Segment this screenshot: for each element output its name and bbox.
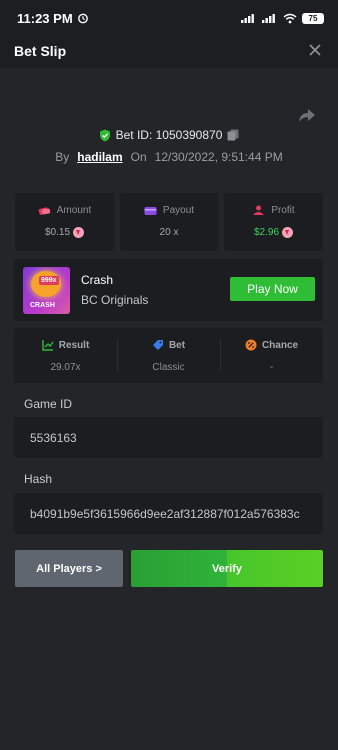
wallet-icon bbox=[144, 206, 157, 215]
payout-label: Payout bbox=[162, 205, 195, 216]
signal-icon bbox=[241, 14, 254, 23]
verify-button[interactable]: Verify bbox=[131, 550, 323, 587]
game-card: 999x CRASH Crash BC Originals Play Now bbox=[14, 259, 323, 321]
profit-label: Profit bbox=[271, 205, 295, 216]
trx-coin-icon bbox=[282, 227, 294, 238]
all-players-button[interactable]: All Players > bbox=[15, 550, 123, 587]
battery-icon: 75 bbox=[302, 12, 324, 24]
percent-icon bbox=[245, 339, 257, 351]
tag-icon bbox=[152, 340, 163, 350]
result-value: 29.07x bbox=[50, 362, 81, 373]
chance-label: Chance bbox=[261, 339, 299, 351]
result-panel: Result 29.07x Bet Classic Chance - bbox=[14, 328, 323, 383]
result-label: Result bbox=[58, 339, 90, 351]
result-column: Result 29.07x bbox=[14, 328, 117, 383]
share-icon[interactable] bbox=[298, 106, 316, 124]
bet-date: 12/30/2022, 9:51:44 PM bbox=[154, 150, 283, 164]
clock: 11:23 PM bbox=[17, 10, 73, 26]
bet-type-value: Classic bbox=[152, 362, 185, 373]
profit-card: Profit $2.96 bbox=[224, 193, 323, 251]
profit-icon bbox=[253, 205, 265, 215]
chips-icon bbox=[38, 206, 50, 215]
header: Bet Slip bbox=[0, 36, 338, 68]
profit-value: $2.96 bbox=[253, 227, 280, 238]
copy-icon[interactable] bbox=[227, 129, 239, 141]
payout-card: Payout 20 x bbox=[120, 193, 218, 251]
chance-column: Chance - bbox=[220, 328, 323, 383]
hash-label: Hash bbox=[24, 472, 53, 486]
game-name: Crash bbox=[81, 273, 114, 287]
username-link[interactable]: hadilam bbox=[77, 150, 122, 164]
on-label: On bbox=[130, 150, 147, 164]
bet-id-row: Bet ID: 1050390870 bbox=[0, 128, 338, 142]
status-bar: 11:23 PM 75 bbox=[0, 0, 338, 36]
amount-card: Amount $0.15 bbox=[15, 193, 114, 251]
game-thumbnail[interactable]: 999x CRASH bbox=[23, 267, 70, 314]
wifi-icon bbox=[283, 13, 297, 23]
play-now-button[interactable]: Play Now bbox=[230, 277, 315, 301]
hash-field[interactable]: b4091b9e5f3615966d9ee2af312887f012a57638… bbox=[14, 493, 323, 534]
payout-value: 20 x bbox=[159, 227, 179, 238]
game-id-field[interactable]: 5536163 bbox=[14, 417, 323, 458]
bet-id: Bet ID: 1050390870 bbox=[115, 128, 223, 142]
bet-type-label: Bet bbox=[168, 339, 186, 351]
amount-label: Amount bbox=[56, 205, 92, 216]
bet-column: Bet Classic bbox=[117, 328, 220, 383]
amount-value: $0.15 bbox=[44, 227, 71, 238]
bet-author-row: By hadilam On 12/30/2022, 9:51:44 PM bbox=[0, 150, 338, 164]
game-provider: BC Originals bbox=[81, 293, 149, 307]
by-label: By bbox=[55, 150, 70, 164]
thumb-multiplier-tag: 999x bbox=[39, 276, 59, 285]
page-title: Bet Slip bbox=[14, 43, 67, 59]
shield-icon bbox=[99, 129, 110, 141]
signal-icon-2 bbox=[262, 14, 275, 23]
thumb-title: CRASH bbox=[30, 302, 55, 309]
chance-value: - bbox=[269, 362, 274, 373]
chart-up-icon bbox=[42, 340, 54, 351]
trx-coin-icon bbox=[73, 227, 85, 238]
alarm-icon bbox=[77, 13, 88, 24]
close-icon[interactable] bbox=[308, 43, 322, 57]
game-id-label: Game ID bbox=[24, 397, 73, 411]
